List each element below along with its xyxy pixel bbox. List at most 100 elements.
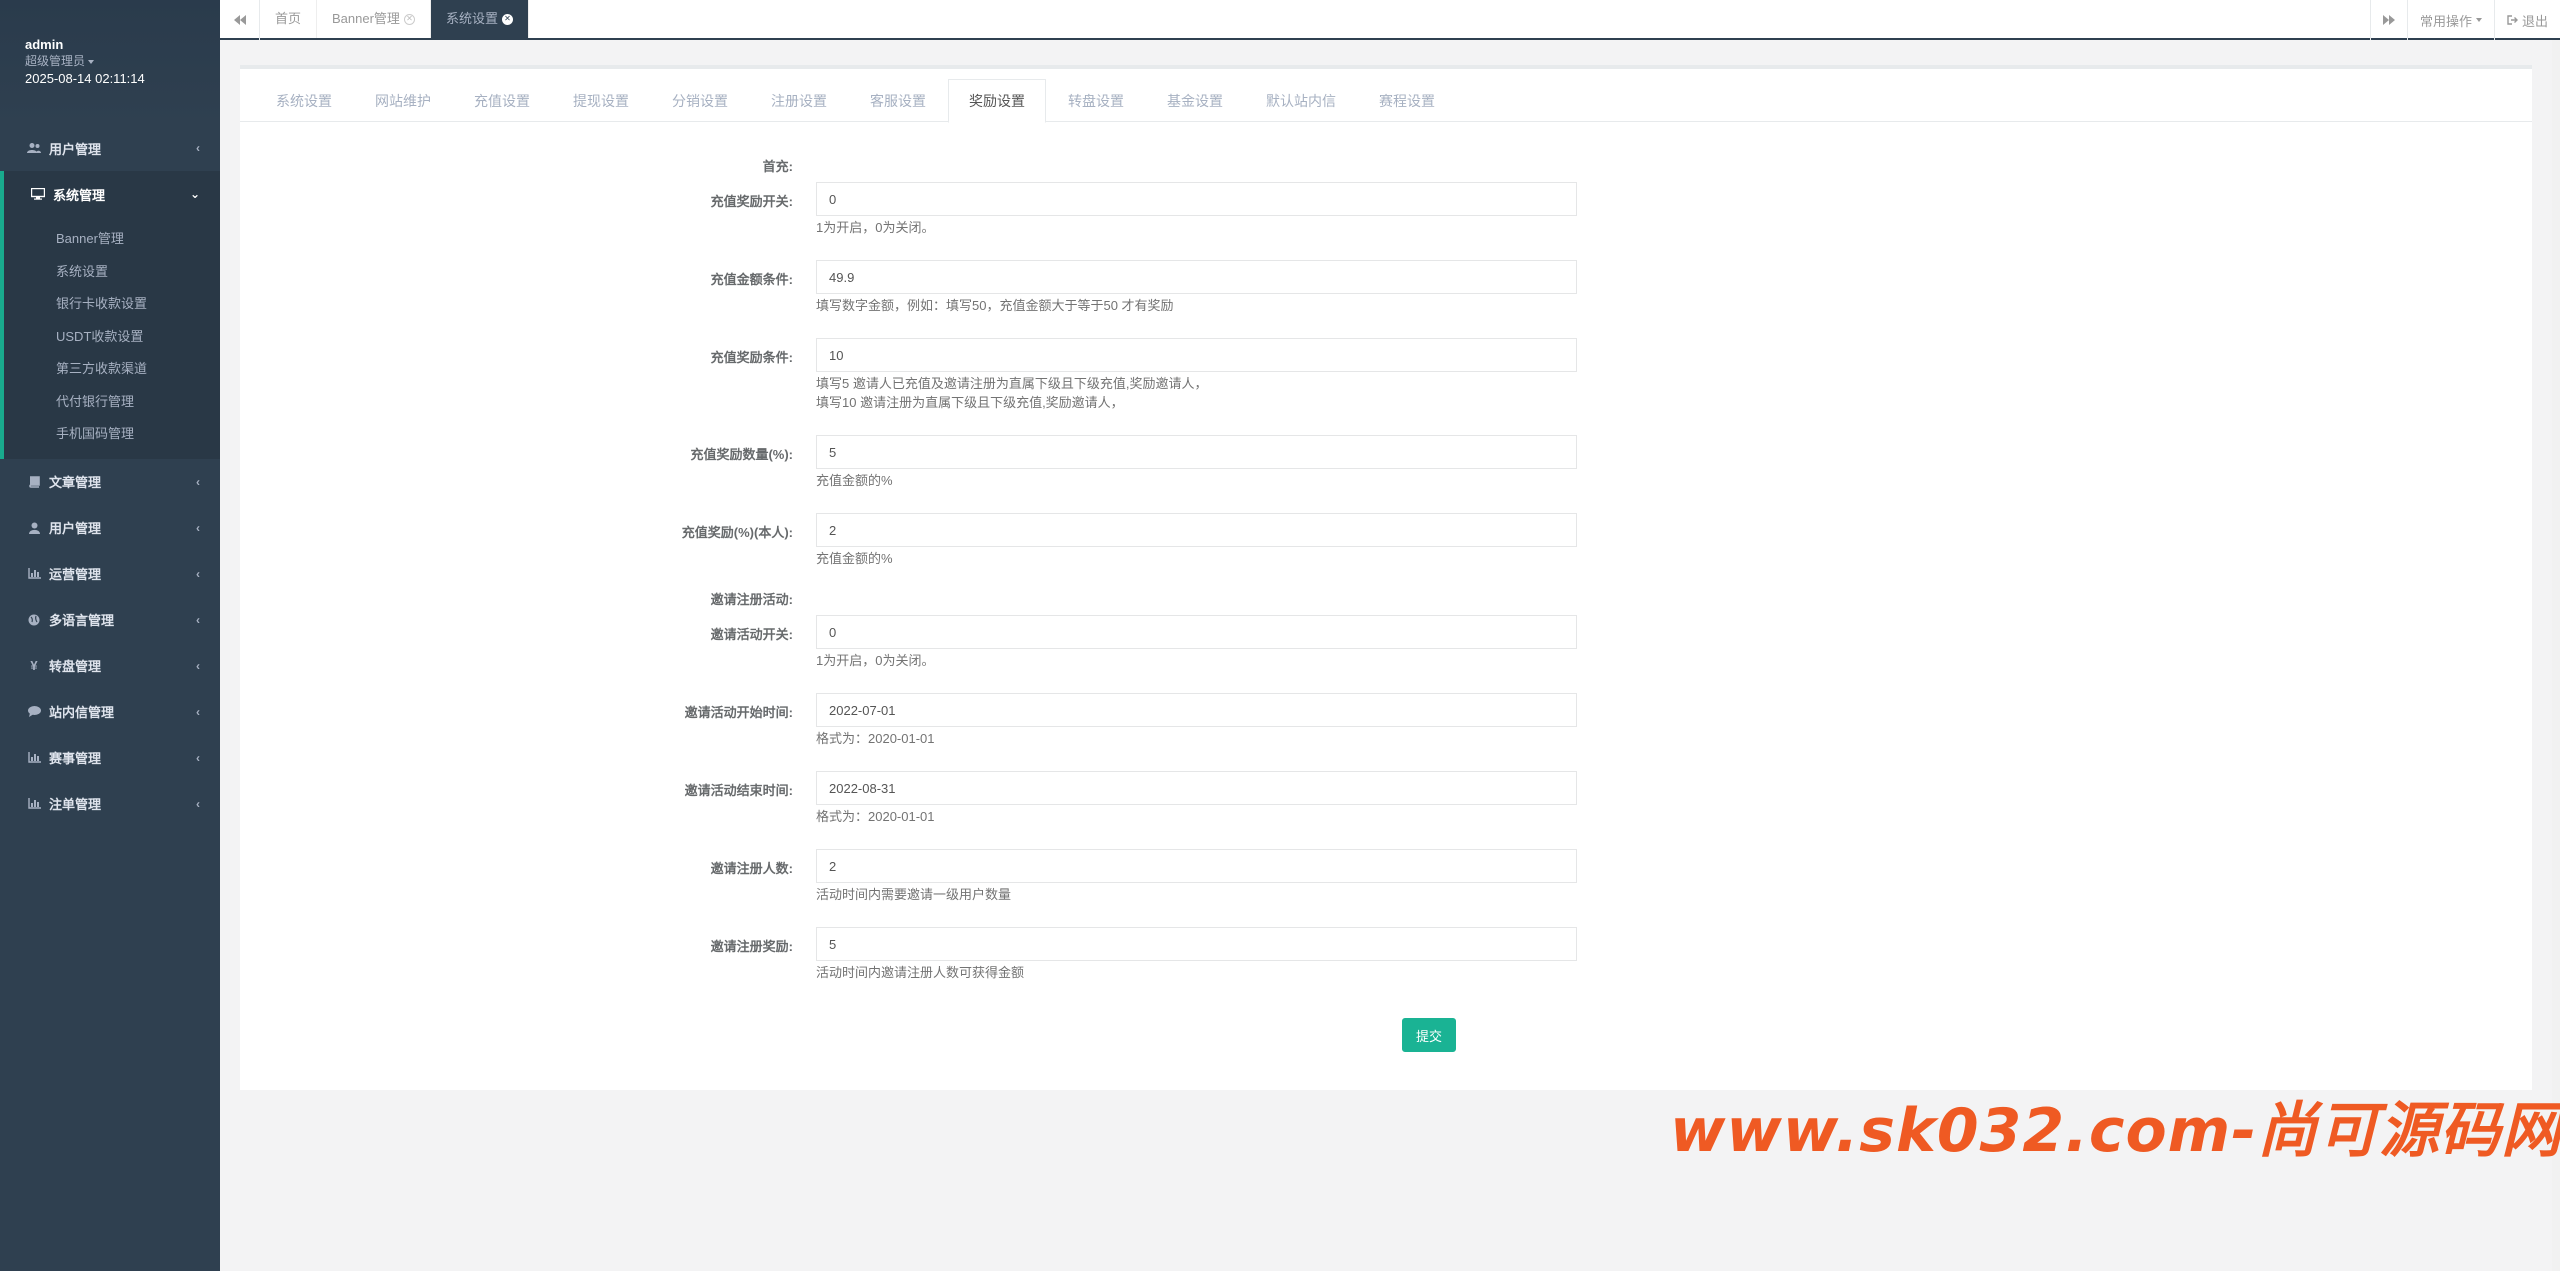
top-tab-bar: 首页 Banner管理 ✕ 系统设置 ✕ 常用操作 退出 xyxy=(220,0,2560,40)
sidebar-item-label: 注单管理 xyxy=(49,797,102,812)
sidebar-item-user-management[interactable]: 用户管理 ‹ xyxy=(0,125,220,171)
page-tabs: 首页 Banner管理 ✕ 系统设置 ✕ xyxy=(260,0,529,38)
watermark-text: www.sk032.com-尚可源码网 xyxy=(1670,1096,2560,1166)
chevron-left-icon: ‹ xyxy=(196,141,200,155)
scroll-tabs-left-button[interactable] xyxy=(220,0,260,40)
submit-button[interactable]: 提交 xyxy=(1402,1018,1456,1052)
field-help: 充值金额的% xyxy=(816,473,893,488)
tab-reward-settings[interactable]: 奖励设置 xyxy=(948,79,1046,123)
chevron-down-icon: ⌄ xyxy=(189,187,200,201)
yen-icon: ¥ xyxy=(30,658,38,673)
submenu-item-phone-country-code[interactable]: 手机国码管理 xyxy=(4,418,220,451)
field-help: 1为开启，0为关闭。 xyxy=(816,653,935,668)
sidebar-item-match-management[interactable]: 赛事管理 ‹ xyxy=(0,735,220,781)
recharge-reward-condition-input[interactable] xyxy=(816,338,1577,372)
recharge-reward-switch-input[interactable] xyxy=(816,182,1577,216)
user-icon xyxy=(25,522,43,534)
sidebar-menu: 用户管理 ‹ 系统管理 ⌄ xyxy=(0,125,220,217)
tab-register-settings[interactable]: 注册设置 xyxy=(750,79,848,122)
system-submenu: Banner管理 系统设置 银行卡收款设置 USDT收款设置 第三方收款渠道 代… xyxy=(0,217,220,459)
field-label: 充值奖励条件: xyxy=(710,350,793,365)
sidebar-item-label: 用户管理 xyxy=(49,521,102,536)
settings-panel: 系统设置 网站维护 充值设置 提现设置 分销设置 注册设置 客服设置 奖励设置 … xyxy=(240,65,2532,1090)
settings-tabs: 系统设置 网站维护 充值设置 提现设置 分销设置 注册设置 客服设置 奖励设置 … xyxy=(240,79,2532,123)
field-label: 充值奖励数量(%): xyxy=(690,447,793,462)
invite-reward-input[interactable] xyxy=(816,927,1577,961)
sidebar-item-label: 站内信管理 xyxy=(49,705,115,720)
bar-chart-icon xyxy=(25,752,43,763)
profile-role-dropdown[interactable]: 超级管理员 xyxy=(25,53,220,70)
tab-wheel-settings[interactable]: 转盘设置 xyxy=(1047,79,1145,122)
field-help: 充值金额的% xyxy=(816,551,893,566)
top-right-actions: 常用操作 退出 xyxy=(2369,0,2560,40)
tab-system-settings[interactable]: 系统设置 xyxy=(255,79,353,122)
recharge-amount-condition-input[interactable] xyxy=(816,260,1577,294)
sign-out-icon xyxy=(2507,15,2518,25)
submenu-item-usdt[interactable]: USDT收款设置 xyxy=(4,321,220,354)
tab-fund-settings[interactable]: 基金设置 xyxy=(1146,79,1244,122)
chevron-left-icon: ‹ xyxy=(196,520,200,535)
field-help: 活动时间内邀请注册人数可获得金额 xyxy=(816,965,1025,980)
comment-icon xyxy=(25,706,43,717)
tab-site-maintenance[interactable]: 网站维护 xyxy=(354,79,452,122)
sidebar-item-article-management[interactable]: 文章管理 ‹ xyxy=(0,459,220,505)
scroll-tabs-right-button[interactable] xyxy=(2369,0,2407,40)
field-label: 邀请活动开始时间: xyxy=(684,705,793,720)
invite-end-date-input[interactable] xyxy=(816,771,1577,805)
sidebar-item-label: 文章管理 xyxy=(49,475,102,490)
tab-customer-service-settings[interactable]: 客服设置 xyxy=(849,79,947,122)
field-help: 填写5 邀请人已充值及邀请注册为直属下级且下级充值,奖励邀请人， 填写10 邀请… xyxy=(816,376,1208,410)
close-icon[interactable]: ✕ xyxy=(403,13,415,25)
sidebar-item-message-management[interactable]: 站内信管理 ‹ xyxy=(0,689,220,735)
recharge-reward-percent-input[interactable] xyxy=(816,435,1577,469)
sidebar-item-language-management[interactable]: 多语言管理 ‹ xyxy=(0,597,220,643)
sidebar-item-member-management[interactable]: 用户管理 ‹ xyxy=(0,505,220,551)
submenu-item-payout-bank[interactable]: 代付银行管理 xyxy=(4,386,220,419)
section-title: 首充: xyxy=(762,159,793,174)
page-tab-banner[interactable]: Banner管理 ✕ xyxy=(317,0,431,38)
sidebar-item-label: 系统管理 xyxy=(53,187,106,203)
sidebar-item-label: 运营管理 xyxy=(49,567,102,582)
invite-switch-input[interactable] xyxy=(816,615,1577,649)
sidebar-item-operations-management[interactable]: 运营管理 ‹ xyxy=(0,551,220,597)
page-tab-system-settings[interactable]: 系统设置 ✕ xyxy=(430,0,529,38)
profile-block: admin 超级管理员 2025-08-14 02:11:14 xyxy=(0,0,220,125)
invite-start-date-input[interactable] xyxy=(816,693,1577,727)
chevron-left-icon: ‹ xyxy=(196,796,200,811)
sidebar-item-label: 转盘管理 xyxy=(49,659,102,674)
profile-role: 超级管理员 xyxy=(25,54,86,68)
chevron-left-icon: ‹ xyxy=(196,612,200,627)
sidebar-menu-rest: 文章管理 ‹ 用户管理 ‹ 运营管理 ‹ 多语言管理 ‹ ¥ 转盘管理 ‹ 站内… xyxy=(0,459,220,827)
field-label: 充值金额条件: xyxy=(710,272,793,287)
submenu-item-bank-card[interactable]: 银行卡收款设置 xyxy=(4,288,220,321)
sidebar-item-wheel-management[interactable]: ¥ 转盘管理 ‹ xyxy=(0,643,220,689)
field-label: 充值奖励(%)(本人): xyxy=(681,525,793,540)
logout-label: 退出 xyxy=(2521,13,2548,29)
sidebar-item-system-management[interactable]: 系统管理 ⌄ xyxy=(0,171,220,217)
book-icon xyxy=(25,475,43,488)
tab-recharge-settings[interactable]: 充值设置 xyxy=(453,79,551,122)
field-label: 邀请活动结束时间: xyxy=(684,783,793,798)
field-help: 填写数字金额，例如：填写50，充值金额大于等于50 才有奖励 xyxy=(816,298,1174,313)
invite-count-input[interactable] xyxy=(816,849,1577,883)
submenu-item-system-settings[interactable]: 系统设置 xyxy=(4,256,220,289)
submenu-item-third-party[interactable]: 第三方收款渠道 xyxy=(4,353,220,386)
page-tab-home[interactable]: 首页 xyxy=(260,0,318,38)
tab-withdraw-settings[interactable]: 提现设置 xyxy=(552,79,650,122)
tab-schedule-settings[interactable]: 赛程设置 xyxy=(1358,79,1456,122)
chevron-left-icon: ‹ xyxy=(196,704,200,719)
chevron-left-icon: ‹ xyxy=(196,658,200,673)
close-icon[interactable]: ✕ xyxy=(501,13,513,25)
chevron-left-icon: ‹ xyxy=(196,474,200,489)
field-help: 1为开启，0为关闭。 xyxy=(816,220,935,235)
common-ops-dropdown[interactable]: 常用操作 xyxy=(2406,0,2494,40)
tab-distribution-settings[interactable]: 分销设置 xyxy=(651,79,749,122)
field-label: 邀请注册人数: xyxy=(710,861,793,876)
logout-button[interactable]: 退出 xyxy=(2493,0,2560,40)
sidebar-item-bet-management[interactable]: 注单管理 ‹ xyxy=(0,781,220,827)
sidebar: admin 超级管理员 2025-08-14 02:11:14 用户管理 ‹ 系… xyxy=(0,0,220,1271)
submenu-item-banner[interactable]: Banner管理 xyxy=(4,223,220,256)
recharge-reward-self-percent-input[interactable] xyxy=(816,513,1577,547)
sidebar-item-label: 多语言管理 xyxy=(49,613,115,628)
tab-default-message[interactable]: 默认站内信 xyxy=(1245,79,1357,122)
